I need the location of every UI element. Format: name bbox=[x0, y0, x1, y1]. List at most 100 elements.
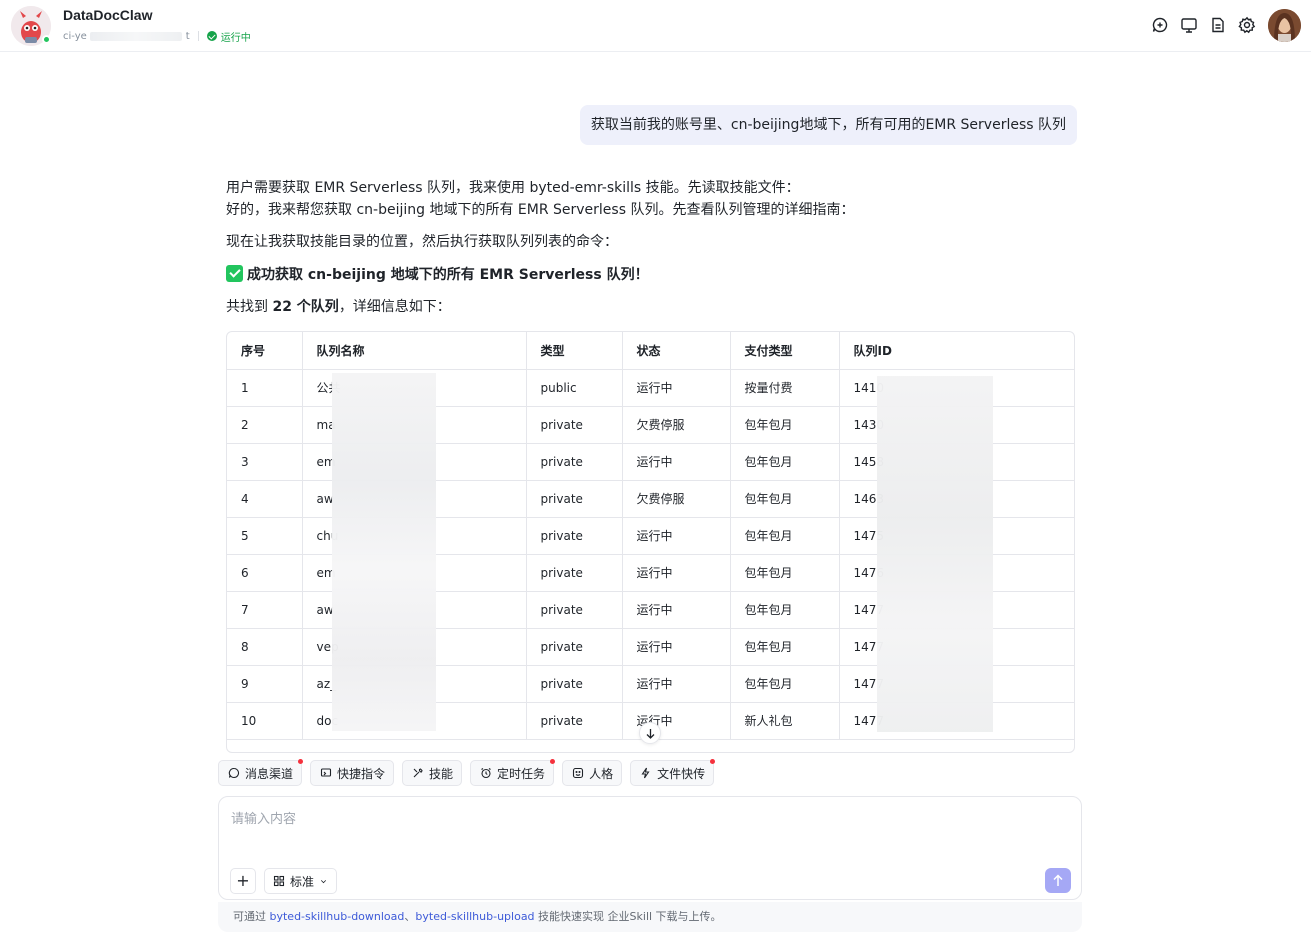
chip-label: 技能 bbox=[429, 766, 454, 781]
new-chat-icon[interactable] bbox=[1151, 16, 1169, 34]
online-status-dot bbox=[42, 35, 51, 44]
table-cell: 按量付费 bbox=[730, 369, 840, 407]
chip-shortcut-commands[interactable]: 快捷指令 bbox=[310, 760, 395, 786]
chip-scheduled-tasks[interactable]: 定时任务 bbox=[470, 759, 556, 786]
skillhub-upload-link[interactable]: byted-skillhub-upload bbox=[415, 910, 534, 923]
success-heading: 成功获取 cn-beijing 地域下的所有 EMR Serverless 队列… bbox=[226, 264, 1075, 286]
divider bbox=[197, 31, 199, 41]
alarm-clock-icon bbox=[481, 768, 491, 779]
table-cell: private bbox=[526, 702, 623, 740]
table-cell: 9 bbox=[227, 665, 303, 703]
table-cell: 包年包月 bbox=[730, 517, 840, 555]
found-prefix: 共找到 bbox=[226, 299, 273, 315]
table-cell: private bbox=[526, 628, 623, 666]
table-cell: private bbox=[526, 517, 623, 555]
table-cell: 包年包月 bbox=[730, 554, 840, 592]
table-cell: 6 bbox=[227, 554, 303, 592]
table-cell: 运行中 bbox=[622, 443, 731, 481]
account-prefix: ci-ye bbox=[63, 30, 87, 42]
found-count: 22 个队列 bbox=[272, 299, 339, 315]
table-cell: 运行中 bbox=[622, 591, 731, 629]
check-box-icon bbox=[226, 265, 243, 282]
chip-file-transfer[interactable]: 文件快传 bbox=[630, 759, 716, 786]
chip-label: 文件快传 bbox=[657, 766, 706, 781]
table-cell: 2 bbox=[227, 406, 303, 444]
app-header: DataDocClaw ci-ye t 运行中 bbox=[0, 0, 1311, 52]
mode-select[interactable]: 标准 bbox=[264, 868, 338, 894]
table-cell: 8 bbox=[227, 628, 303, 666]
assistant-line-2: 好的，我来帮您获取 cn-beijing 地域下的所有 EMR Serverle… bbox=[226, 202, 855, 218]
table-cell: 包年包月 bbox=[730, 628, 840, 666]
table-cell: 新人礼包 bbox=[730, 702, 840, 740]
column-header: 队列ID bbox=[839, 332, 1074, 370]
assistant-line-3: 现在让我获取技能目录的位置，然后执行获取队列列表的命令： bbox=[226, 234, 618, 250]
account-mask bbox=[89, 31, 182, 41]
user-message-bubble: 获取当前我的账号里、cn-beijing地域下，所有可用的EMR Serverl… bbox=[579, 105, 1077, 145]
table-cell: 包年包月 bbox=[730, 406, 840, 444]
skillhub-download-link[interactable]: byted-skillhub-download bbox=[270, 910, 405, 923]
chip-persona[interactable]: 人格 bbox=[562, 760, 623, 786]
grid-icon bbox=[273, 875, 285, 887]
table-cell: 包年包月 bbox=[730, 591, 840, 629]
quick-toolbar: 消息渠道 快捷指令 技能 定时任务 人格 文件快传 bbox=[218, 759, 722, 786]
table-cell: private bbox=[526, 554, 623, 592]
table-cell: 4 bbox=[227, 480, 303, 518]
arrow-up-icon bbox=[1053, 874, 1063, 886]
table-cell: 10 bbox=[227, 702, 303, 740]
notification-dot bbox=[298, 759, 304, 764]
table-cell: 1 bbox=[227, 369, 303, 407]
table-cell: 包年包月 bbox=[730, 480, 840, 518]
document-icon[interactable] bbox=[1209, 16, 1227, 34]
table-cell: public bbox=[526, 369, 623, 407]
add-attachment-button[interactable]: + bbox=[230, 868, 256, 894]
chip-label: 快捷指令 bbox=[337, 766, 386, 781]
message-input[interactable]: 请输入内容 bbox=[231, 808, 296, 827]
table-cell: private bbox=[526, 591, 623, 629]
column-header: 状态 bbox=[622, 332, 731, 370]
check-circle-icon bbox=[206, 31, 217, 41]
footer-tip: 可通过 byted-skillhub-download、byted-skillh… bbox=[218, 902, 1082, 932]
table-cell: 运行中 bbox=[622, 665, 731, 703]
message-input-box[interactable]: 请输入内容 + 标准 bbox=[218, 796, 1082, 900]
table-cell: 欠费停服 bbox=[622, 480, 731, 518]
table-cell: private bbox=[526, 480, 623, 518]
chip-skills[interactable]: 技能 bbox=[402, 760, 463, 786]
lightning-icon bbox=[641, 767, 650, 779]
table-cell: 7 bbox=[227, 591, 303, 629]
chevron-down-icon bbox=[320, 879, 327, 883]
chip-message-channel[interactable]: 消息渠道 bbox=[218, 759, 304, 786]
status-badge: 运行中 bbox=[206, 29, 251, 44]
status-text: 运行中 bbox=[220, 32, 251, 44]
column-header: 类型 bbox=[526, 332, 623, 370]
table-cell: 5 bbox=[227, 517, 303, 555]
tip-suffix: 技能快速实现 企业Skill 下载与上传。 bbox=[534, 910, 722, 923]
user-avatar[interactable] bbox=[1268, 9, 1301, 42]
chip-label: 人格 bbox=[589, 766, 614, 781]
table-cell: 运行中 bbox=[622, 554, 731, 592]
tools-icon bbox=[413, 768, 423, 778]
assistant-line-1: 用户需要获取 EMR Serverless 队列，我来使用 byted-emr-… bbox=[226, 180, 800, 196]
found-summary: 共找到 22 个队列，详细信息如下： bbox=[226, 296, 1075, 318]
table-header-row: 序号 队列名称 类型 状态 支付类型 队列ID bbox=[227, 332, 1074, 370]
column-header: 支付类型 bbox=[730, 332, 840, 370]
found-suffix: ，详细信息如下： bbox=[338, 299, 451, 315]
app-title: DataDocClaw bbox=[63, 7, 153, 23]
mode-label: 标准 bbox=[290, 874, 315, 889]
monitor-icon[interactable] bbox=[1180, 16, 1198, 34]
arrow-down-icon bbox=[646, 729, 655, 739]
face-icon bbox=[573, 767, 584, 779]
send-button[interactable] bbox=[1045, 868, 1071, 893]
gear-icon[interactable] bbox=[1238, 16, 1256, 34]
tip-sep: 、 bbox=[404, 910, 416, 923]
notification-dot bbox=[710, 759, 716, 764]
account-row: ci-ye t 运行中 bbox=[63, 29, 251, 44]
success-title: 成功获取 cn-beijing 地域下的所有 EMR Serverless 队列… bbox=[247, 267, 649, 283]
table-cell: 包年包月 bbox=[730, 443, 840, 481]
table-cell: 包年包月 bbox=[730, 665, 840, 703]
scroll-to-bottom-button[interactable] bbox=[639, 722, 661, 744]
table-cell: 运行中 bbox=[622, 517, 731, 555]
redaction-mask bbox=[332, 373, 436, 731]
chip-label: 定时任务 bbox=[497, 766, 546, 781]
table-cell: 欠费停服 bbox=[622, 406, 731, 444]
column-header: 队列名称 bbox=[302, 332, 527, 370]
